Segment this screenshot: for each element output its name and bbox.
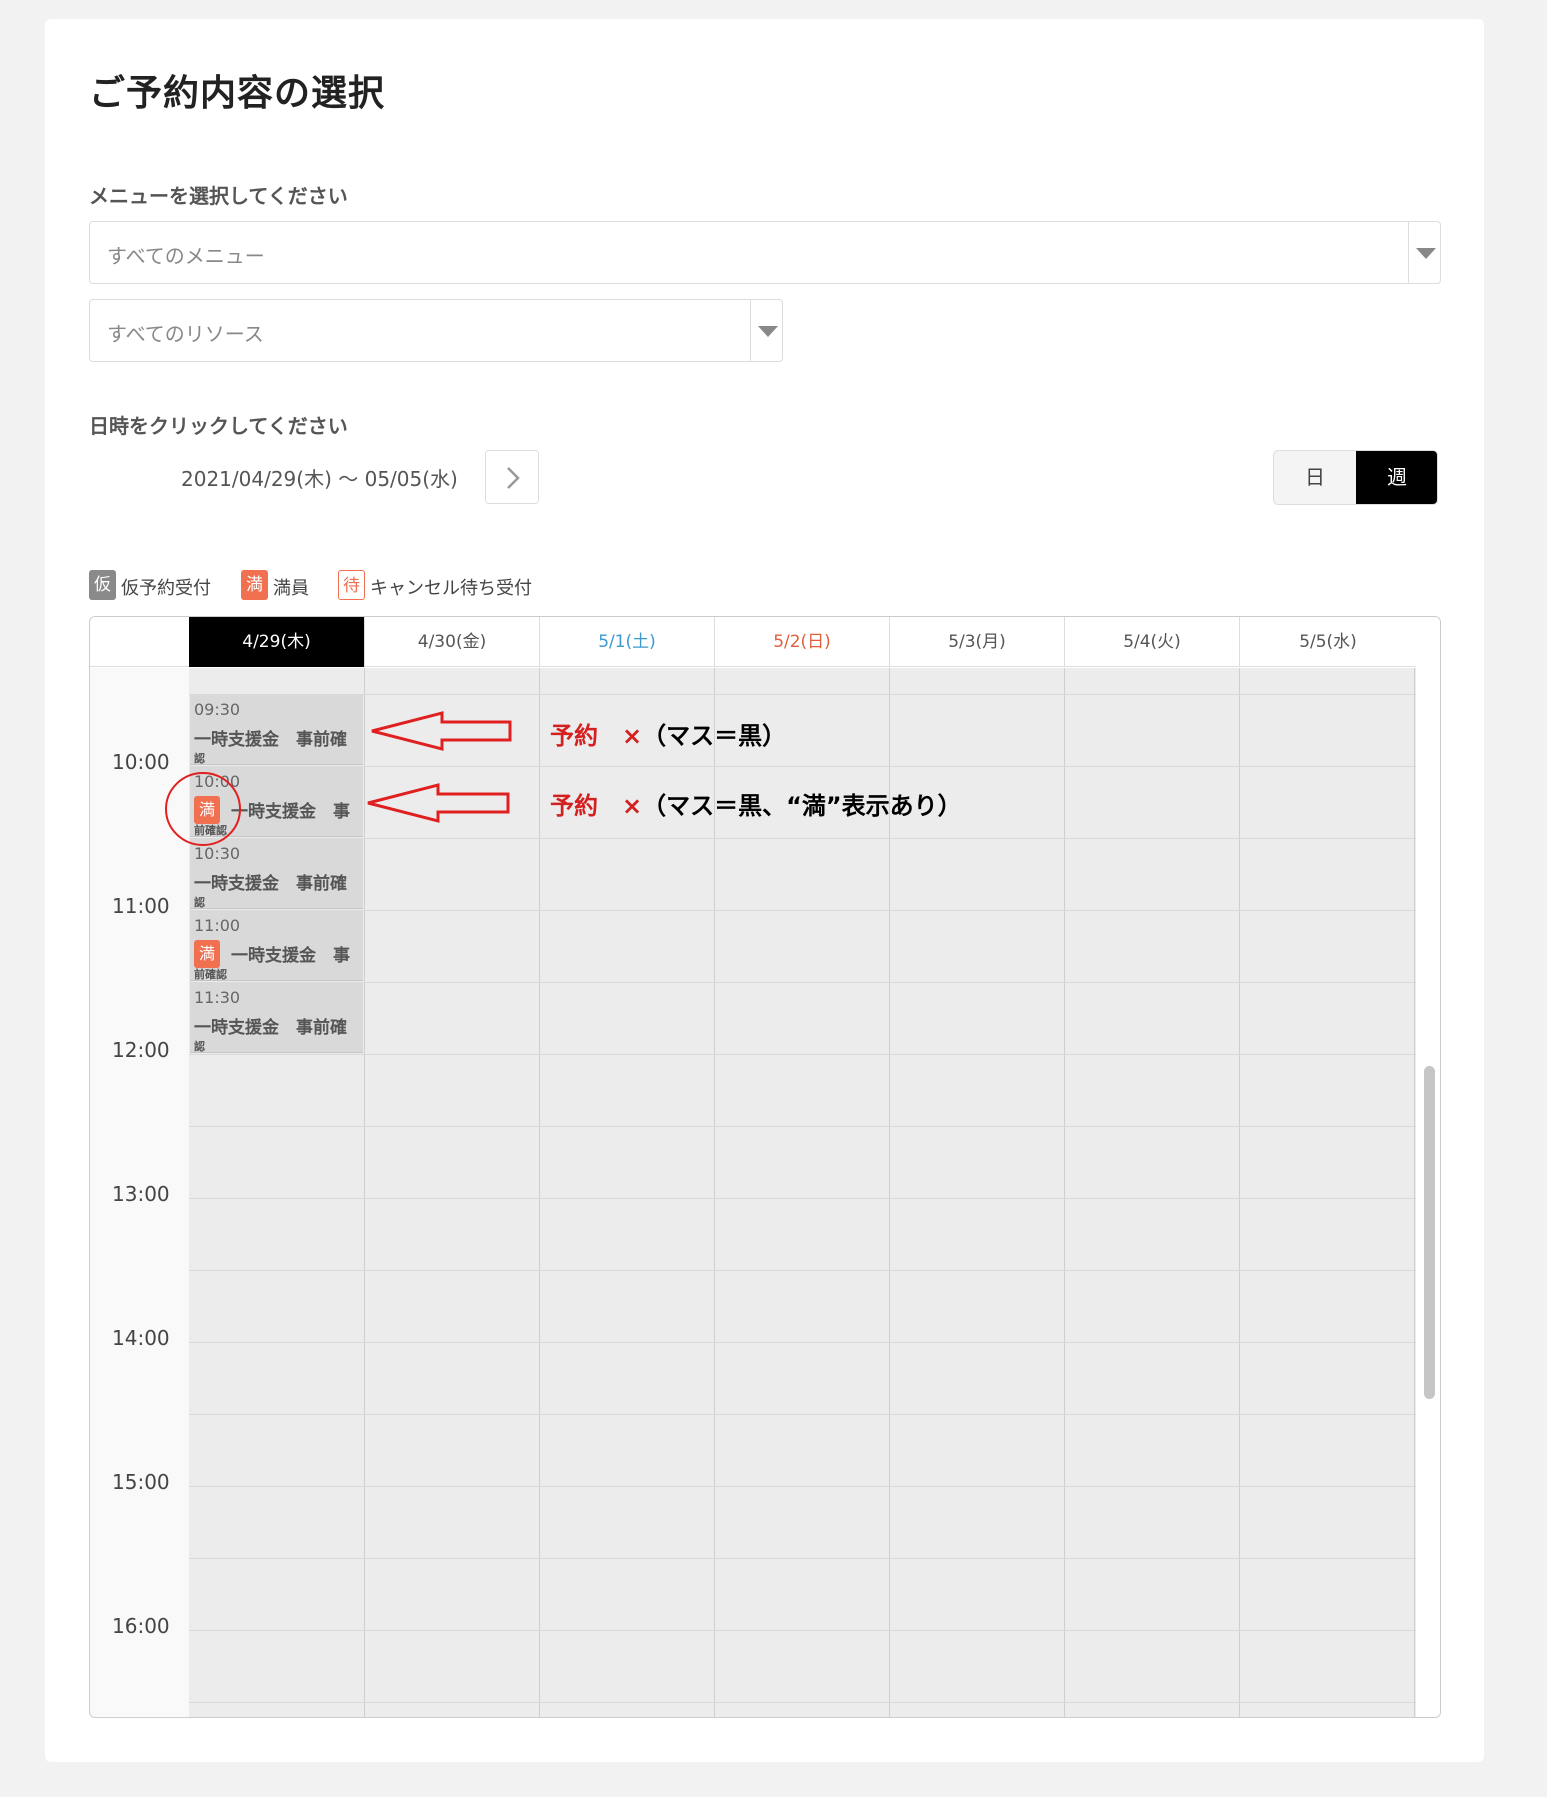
annotation-text-1: 予約 ×（マス＝黒）: [550, 716, 786, 751]
annotation-black: （マス＝黒、“満”表示あり）: [642, 792, 962, 820]
annotation-text-2: 予約 ×（マス＝黒、“満”表示あり）: [550, 786, 962, 821]
annotation-overlay: [165, 711, 512, 846]
annotation-arrow-1: [371, 711, 512, 751]
annotation-red: 予約 ×: [550, 792, 643, 820]
annotation-circle: [165, 772, 241, 846]
annotation-arrow-2: [367, 783, 510, 823]
annotation-black: （マス＝黒）: [642, 722, 787, 750]
annotation-red: 予約 ×: [550, 722, 643, 750]
